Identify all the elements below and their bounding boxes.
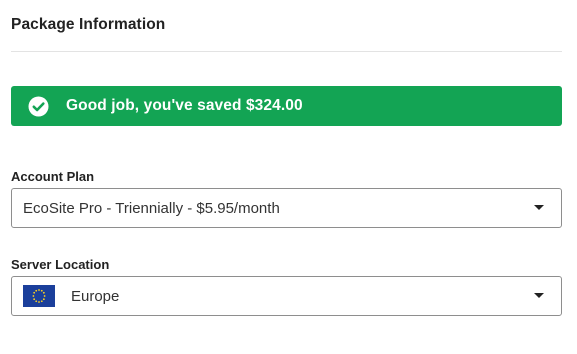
chevron-down-icon — [534, 293, 544, 298]
savings-success-banner: Good job, you've saved $324.00 — [11, 86, 562, 126]
account-plan-select[interactable]: EcoSite Pro - Triennially - $5.95/month — [11, 188, 562, 228]
account-plan-label: Account Plan — [11, 169, 95, 184]
section-title: Package Information — [11, 16, 166, 33]
savings-message: Good job, you've saved $324.00 — [66, 97, 303, 114]
eu-flag-icon — [23, 285, 55, 307]
check-circle-icon — [28, 96, 49, 117]
account-plan-selected-value: EcoSite Pro - Triennially - $5.95/month — [23, 199, 280, 217]
divider — [11, 51, 562, 52]
server-location-select[interactable]: Europe — [11, 276, 562, 316]
server-location-label: Server Location — [11, 257, 110, 272]
server-location-selected-value: Europe — [71, 287, 120, 305]
package-information-panel: Package Information Good job, you've sav… — [0, 0, 577, 354]
chevron-down-icon — [534, 205, 544, 210]
